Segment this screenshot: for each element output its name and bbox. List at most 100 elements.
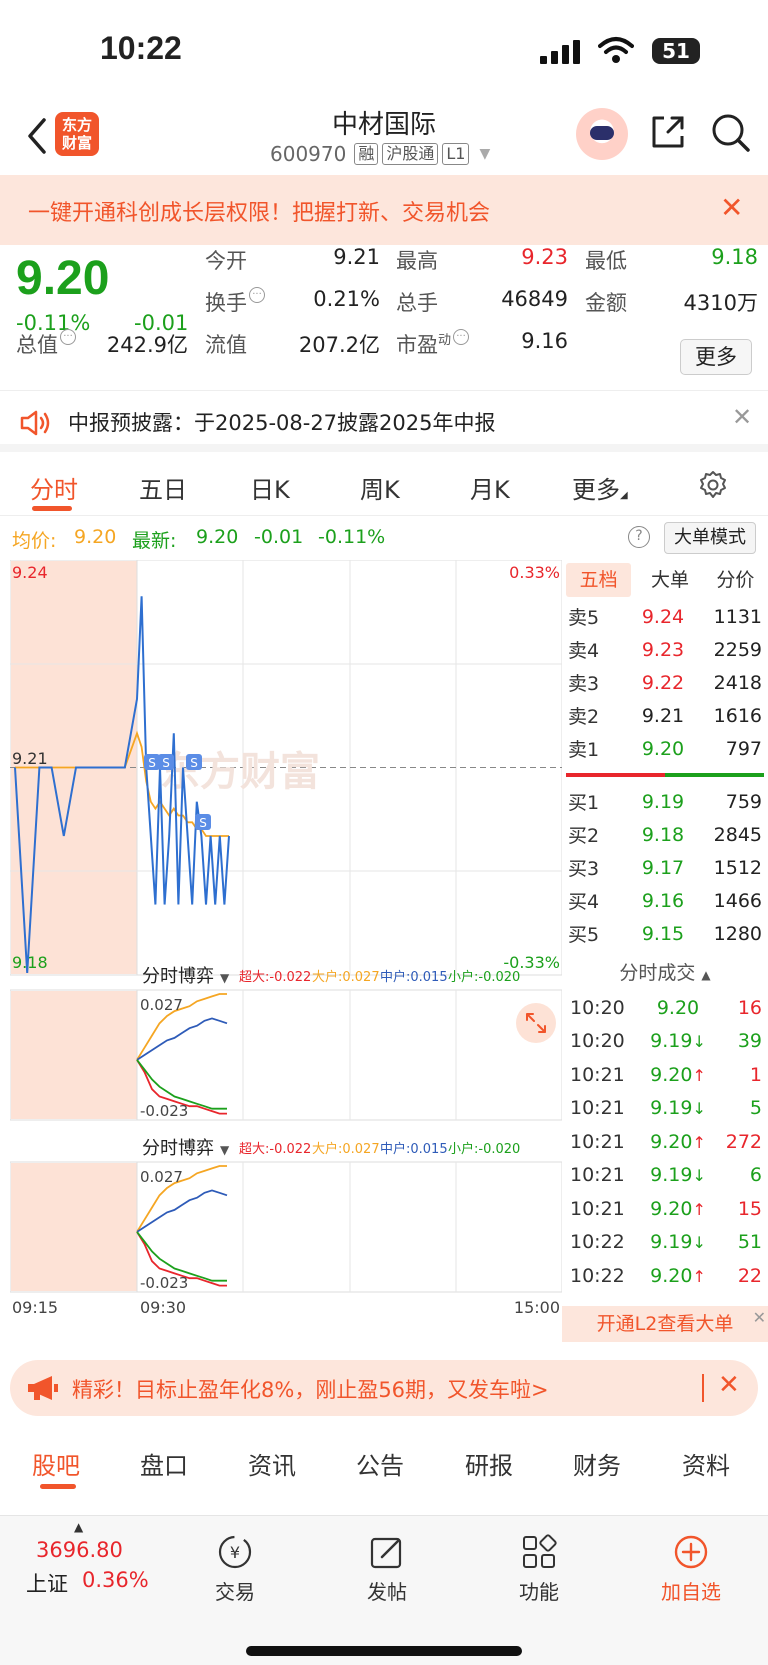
stock-code-line[interactable]: 600970 融 沪股通 L1 ▼ xyxy=(270,142,490,166)
ask-label: 卖2 xyxy=(568,706,600,728)
intraday-chart[interactable]: 东方财富 S S SS 9.24 9.21 9.18 0.33% -0.33% 分时… xyxy=(10,560,562,1320)
bid-label: 买5 xyxy=(568,924,600,946)
tab-daily-k[interactable]: 日K xyxy=(250,470,290,505)
ask-volume: 2418 xyxy=(713,671,762,694)
tab-monthly-k[interactable]: 月K xyxy=(470,470,510,505)
latest-percent: -0.11% xyxy=(318,526,386,548)
battery-icon: 51 xyxy=(652,38,700,64)
close-icon[interactable]: ✕ xyxy=(732,403,752,431)
content-tabs: 股吧 盘口 资讯 公告 研报 财务 资料 xyxy=(0,1432,768,1492)
index-change[interactable]: 0.36% xyxy=(82,1568,149,1592)
ask-levels: 卖5 9.24 1131 卖4 9.23 2259 卖3 9.22 2418 卖2 9.21 1616… xyxy=(562,600,768,765)
info-icon[interactable]: ··· xyxy=(249,287,265,303)
last-price: 9.20 xyxy=(16,252,110,305)
tick-time: 10:20 xyxy=(570,1030,625,1053)
book-divider xyxy=(566,773,764,777)
legend-small: 小户:-0.020 xyxy=(448,969,520,985)
tab-more[interactable]: 更多◢ xyxy=(572,470,628,505)
tick-list: 分时成交 ▲ 10:20 9.20 16 10:20 9.19↓ 39 10:21 9.20↑… xyxy=(562,955,768,1310)
help-icon[interactable]: ? xyxy=(628,526,650,548)
dock-add-label: 加自选 xyxy=(661,1580,721,1604)
ask-volume: 797 xyxy=(725,737,762,760)
avg-value: 9.20 xyxy=(74,526,117,548)
ask-price: 9.21 xyxy=(641,704,685,727)
tick-price: 9.19↓ xyxy=(650,1030,706,1053)
high-label: 最高 xyxy=(396,249,438,273)
tab-announcements[interactable]: 公告 xyxy=(356,1446,404,1481)
index-name[interactable]: 上证 xyxy=(26,1568,68,1598)
tab-orderbook[interactable]: 盘口 xyxy=(140,1446,188,1481)
tick-time: 10:21 xyxy=(570,1097,625,1120)
close-icon[interactable]: ✕ xyxy=(718,1370,740,1400)
close-icon[interactable]: ✕ xyxy=(720,191,743,224)
float-label: 流值 xyxy=(205,333,247,357)
tick-price: 9.20↑ xyxy=(650,1197,706,1220)
dock-post[interactable]: 发帖 xyxy=(342,1532,432,1605)
ask-price: 9.24 xyxy=(641,605,685,628)
bid-volume: 759 xyxy=(725,790,762,813)
open-l2-button[interactable]: 开通L2查看大单 ✕ xyxy=(562,1306,768,1342)
caret-down-icon: ▼ xyxy=(479,146,491,162)
ask-volume: 1131 xyxy=(713,605,762,628)
bottom-dock: ▲ 3696.80 上证 0.36% ¥ 交易 发帖 功能 加自选 xyxy=(0,1515,768,1665)
ask-row: 卖1 9.20 797 xyxy=(562,732,768,765)
arrow-down-icon: ↓ xyxy=(692,1099,706,1119)
ticks-title[interactable]: 分时成交 ▲ xyxy=(562,955,768,991)
tab-news[interactable]: 资讯 xyxy=(248,1446,296,1481)
order-book: 五档 大单 分价 卖5 9.24 1131 卖4 9.23 2259 卖3 9.22 2418 卖… xyxy=(562,560,768,960)
arrow-up-icon: ↑ xyxy=(692,1065,706,1085)
close-icon[interactable]: ✕ xyxy=(753,1300,766,1336)
expand-icon[interactable] xyxy=(516,1003,556,1043)
tab-research[interactable]: 研报 xyxy=(465,1446,513,1481)
tab-finance[interactable]: 财务 xyxy=(573,1446,621,1481)
big-order-mode-button[interactable]: 大单模式 xyxy=(664,522,756,554)
gear-icon[interactable] xyxy=(698,470,728,500)
tick-rows: 10:20 9.20 16 10:20 9.19↓ 39 10:21 9.20↑ 1 10:21 9… xyxy=(562,991,768,1293)
active-tab-indicator xyxy=(32,506,72,511)
bid-label: 买3 xyxy=(568,858,600,880)
dock-functions[interactable]: 功能 xyxy=(494,1532,584,1605)
latest-label: 最新: xyxy=(132,530,177,552)
bid-label: 买4 xyxy=(568,891,600,913)
tab-weekly-k[interactable]: 周K xyxy=(360,470,400,505)
share-icon[interactable] xyxy=(648,112,688,152)
flow-top-label: 0.027 xyxy=(140,996,183,1014)
speaker-icon xyxy=(20,410,50,436)
ad-banner[interactable]: 精彩！目标止盈年化8%，刚止盈56期，又发车啦> ✕ xyxy=(10,1360,758,1416)
amount-label: 金额 xyxy=(585,291,627,315)
turnover-label: 换手 ··· xyxy=(205,287,265,317)
robot-avatar[interactable] xyxy=(576,108,628,160)
tab-profile[interactable]: 资料 xyxy=(682,1446,730,1481)
search-icon[interactable] xyxy=(710,112,752,154)
game-title-1[interactable]: 分时博弈 xyxy=(142,966,214,987)
time-label-close: 15:00 xyxy=(514,1298,560,1317)
dock-add-watchlist[interactable]: 加自选 xyxy=(646,1532,736,1605)
dock-trade[interactable]: ¥ 交易 xyxy=(190,1532,280,1605)
open-label: 今开 xyxy=(205,249,247,273)
tick-row: 10:21 9.20↑ 15 xyxy=(562,1192,768,1226)
tab-forum[interactable]: 股吧 xyxy=(32,1446,80,1481)
tab-price-distribution[interactable]: 分价 xyxy=(703,563,768,597)
index-value[interactable]: 3696.80 xyxy=(36,1538,123,1562)
tick-price: 9.20↑ xyxy=(650,1063,706,1086)
ask-label: 卖3 xyxy=(568,673,600,695)
dock-trade-label: 交易 xyxy=(215,1580,255,1604)
tab-five-levels[interactable]: 五档 xyxy=(566,563,632,597)
promo-banner[interactable]: 一键开通科创成长层权限！把握打新、交易机会 ✕ xyxy=(0,175,768,245)
volume-label: 总手 xyxy=(396,291,438,315)
notice-bar[interactable]: 中报预披露：于2025-08-27披露2025年中报 ✕ xyxy=(0,390,768,452)
promo-text: 一键开通科创成长层权限！把握打新、交易机会 xyxy=(28,201,491,226)
info-icon[interactable]: ··· xyxy=(60,329,76,345)
status-time: 10:22 xyxy=(100,30,182,66)
tick-row: 10:22 9.19↓ 51 xyxy=(562,1226,768,1260)
caret-down-icon: ▼ xyxy=(220,971,230,985)
more-button[interactable]: 更多 xyxy=(680,339,752,375)
game-title-2[interactable]: 分时博弈 xyxy=(142,1138,214,1159)
tab-five-day[interactable]: 五日 xyxy=(139,470,187,505)
tick-row: 10:21 9.20↑ 272 xyxy=(562,1125,768,1159)
tick-price: 9.20↑ xyxy=(650,1130,706,1153)
bid-label: 买2 xyxy=(568,825,600,847)
tab-big-orders[interactable]: 大单 xyxy=(637,563,702,597)
tab-intraday[interactable]: 分时 xyxy=(30,470,78,505)
time-label-start: 09:30 xyxy=(140,1298,186,1317)
